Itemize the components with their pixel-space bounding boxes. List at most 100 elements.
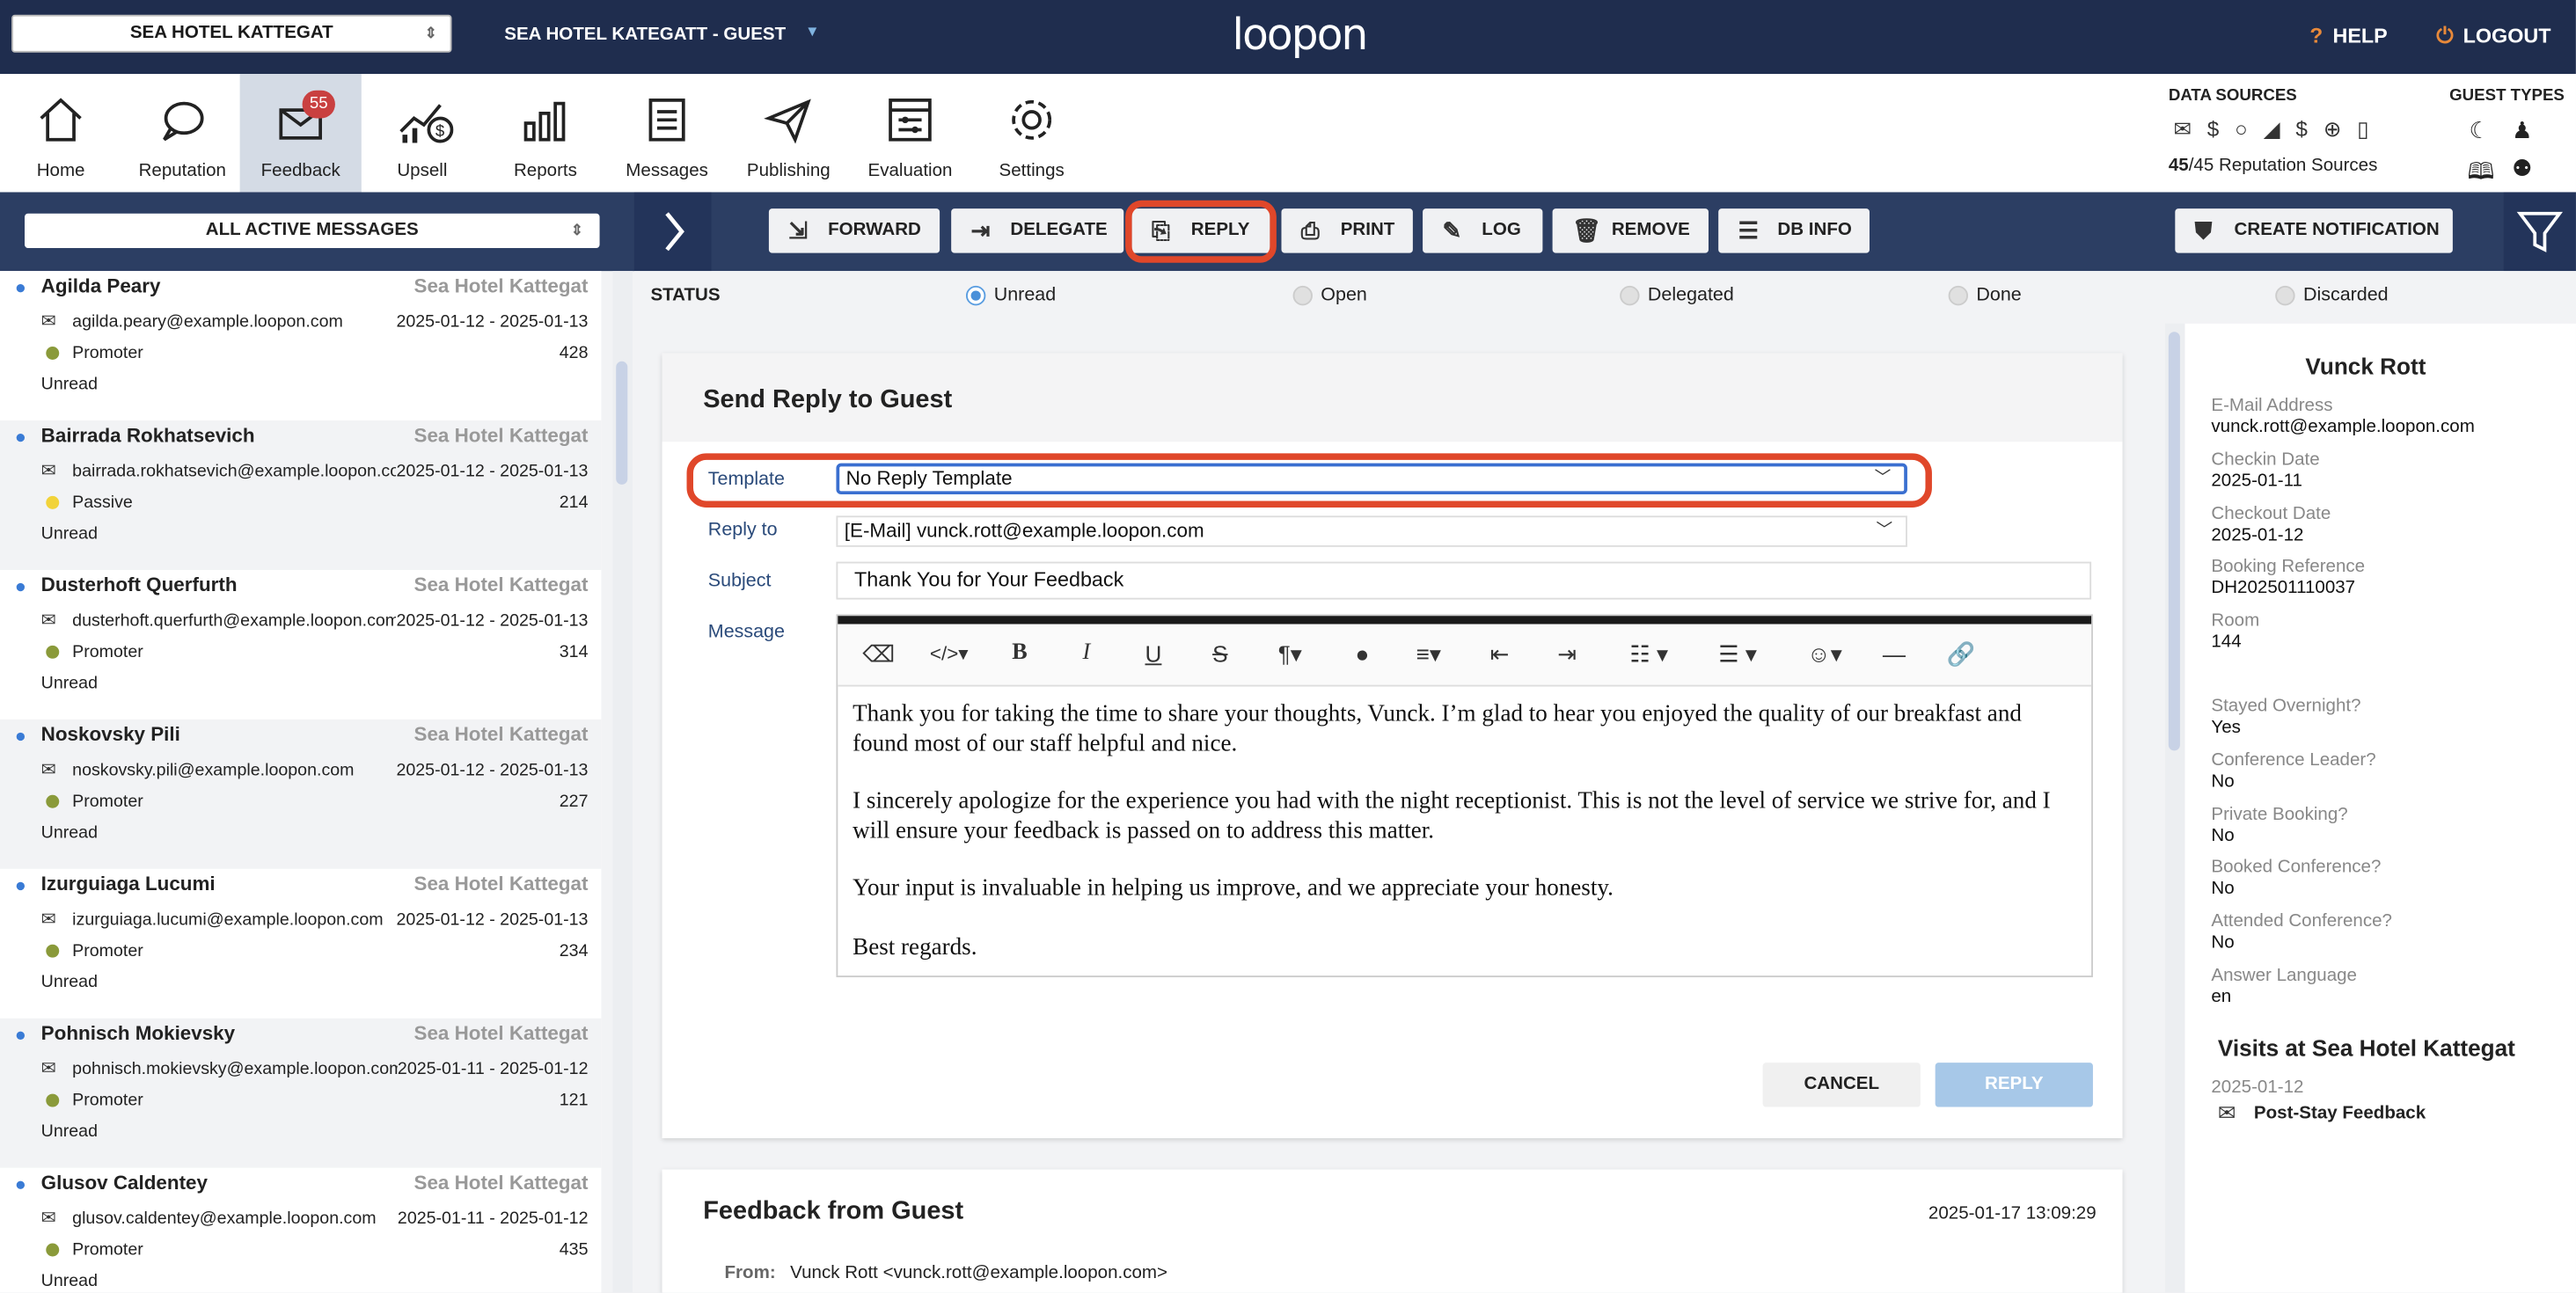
status-radio-open[interactable] (1292, 285, 1313, 306)
nav-feedback[interactable]: 55 Feedback (239, 74, 362, 193)
log-label: LOG (1482, 220, 1521, 240)
book-icon[interactable]: 🕮 (2468, 155, 2495, 194)
business-person-icon[interactable]: ♟ (2512, 117, 2532, 145)
log-button[interactable]: ✎ LOG (1423, 208, 1543, 253)
link-icon[interactable]: 🔗 (1947, 640, 1976, 668)
message-number: 121 (559, 1090, 589, 1111)
help-link[interactable]: ? HELP (2309, 23, 2387, 47)
forward-button[interactable]: ⇲ FORWARD (768, 208, 940, 253)
unordered-list-icon[interactable]: ☰ ▾ (1718, 640, 1757, 668)
field-value: DH202501110037 (2211, 578, 2356, 598)
list-item[interactable]: Pohnisch Mokievsky Sea Hotel Kattegat ✉ … (0, 1018, 602, 1168)
unread-dot (16, 284, 26, 293)
list-item[interactable]: Bairrada Rokhatsevich Sea Hotel Kattegat… (0, 420, 602, 570)
remove-button[interactable]: 🗑 REMOVE (1552, 208, 1709, 253)
emoji-icon[interactable]: ☺▾ (1807, 640, 1842, 668)
delegate-button[interactable]: ⇥ DELEGATE (951, 208, 1124, 253)
list-item[interactable]: Glusov Caldentey Sea Hotel Kattegat ✉ gl… (0, 1168, 601, 1293)
message-filter-select[interactable]: ALL ACTIVE MESSAGES ⇕ (25, 213, 600, 248)
logout-link[interactable]: ⏻ LOGOUT (2436, 23, 2550, 49)
list-item[interactable]: Noskovsky Pili Sea Hotel Kattegat ✉ nosk… (0, 719, 602, 869)
italic-icon[interactable]: I (1083, 640, 1091, 667)
data-sources-icons[interactable]: ✉ $ ○ ◢ $ ⊕ ▯ (2173, 117, 2374, 143)
stay-dates: 2025-01-12 - 2025-01-13 (396, 909, 589, 930)
main-scrollbar[interactable] (2165, 323, 2185, 1293)
envelope-icon: ✉ (40, 461, 56, 482)
hotel-name: Sea Hotel Kattegat (413, 423, 589, 447)
status-radio-done[interactable] (1948, 285, 1969, 306)
unread-dot (16, 1031, 26, 1041)
status-radio-unread[interactable] (965, 285, 986, 306)
create-notification-button[interactable]: ⛊ CREATE NOTIFICATION (2175, 208, 2453, 253)
subject-input[interactable]: Thank You for Your Feedback (836, 561, 2092, 600)
scrollbar-thumb[interactable] (616, 361, 628, 485)
scrollbar-thumb[interactable] (2168, 332, 2180, 751)
nav-reputation[interactable]: Reputation (121, 74, 243, 192)
align-icon[interactable]: ≡▾ (1416, 640, 1441, 668)
status-radio-delegated[interactable] (1620, 285, 1640, 306)
guest-type: Promoter (72, 940, 143, 961)
hotel-name: Sea Hotel Kattegat (413, 1171, 589, 1194)
indent-icon[interactable]: ⇥ (1557, 640, 1577, 668)
color-drop-icon[interactable]: ● (1356, 640, 1370, 667)
nav-publishing[interactable]: Publishing (728, 74, 849, 192)
status-option-label: Open (1321, 285, 1367, 306)
horizontal-rule-icon[interactable]: — (1883, 640, 1906, 667)
nav-home[interactable]: Home (0, 74, 121, 192)
paragraph-icon[interactable]: ¶▾ (1278, 640, 1302, 668)
guest-type-dot (46, 1093, 60, 1107)
reply-to-label: Reply to (707, 520, 778, 541)
moon-icon[interactable]: ☾ (2470, 117, 2490, 145)
cancel-button[interactable]: CANCEL (1762, 1063, 1921, 1107)
print-button[interactable]: ⎙ PRINT (1281, 208, 1413, 253)
db-info-button[interactable]: ☰ DB INFO (1718, 208, 1870, 253)
guest-title-dropdown[interactable]: SEA HOTEL KATEGATT - GUEST (504, 25, 786, 44)
pencil-icon: ✎ (1442, 216, 1462, 244)
guest-types-title: GUEST TYPES (2449, 86, 2565, 106)
send-reply-button[interactable]: REPLY (1935, 1063, 2093, 1107)
feedback-title: Feedback from Guest (703, 1197, 964, 1226)
strikethrough-icon[interactable]: S (1212, 640, 1227, 667)
field-label: Checkin Date (2211, 449, 2320, 471)
nav-upsell[interactable]: $ Upsell (362, 74, 483, 192)
envelope-icon: ✉ (40, 760, 56, 780)
reply-to-select[interactable]: [E-Mail] vunck.rott@example.loopon.com ﹀ (836, 515, 1907, 547)
list-item[interactable]: Agilda Peary Sea Hotel Kattegat ✉ agilda… (0, 271, 601, 420)
field-value: 2025-01-12 (2211, 525, 2304, 545)
underline-icon[interactable]: U (1145, 640, 1162, 667)
message-editor[interactable]: ⌫ </>▾ B I U S ¶▾ ● ≡▾ ⇤ ⇥ ☷ ▾ ☰ ▾ ☺▾ — … (836, 614, 2093, 978)
list-item[interactable]: Dusterhoft Querfurth Sea Hotel Kattegat … (0, 570, 601, 720)
filter-button[interactable] (2503, 192, 2576, 272)
db-info-label: DB INFO (1777, 220, 1852, 240)
collapse-panel-button[interactable] (633, 192, 712, 272)
nav-messages[interactable]: Messages (606, 74, 728, 192)
reputation-sources-number: 45 (2168, 156, 2189, 176)
guest-type-dot (46, 645, 60, 659)
evaluation-icon (889, 99, 932, 142)
hotel-select[interactable]: SEA HOTEL KATTEGAT ⇕ (11, 14, 452, 53)
editor-body[interactable]: Thank you for taking the time to share y… (853, 701, 2076, 992)
shield-bell-icon: ⛊ (2194, 216, 2213, 244)
group-icon[interactable]: ⚉ (2512, 155, 2532, 183)
status-radio-discarded[interactable] (2275, 285, 2295, 306)
template-highlight-ring (686, 453, 1932, 508)
nav-settings[interactable]: Settings (971, 74, 1093, 192)
outdent-icon[interactable]: ⇤ (1490, 640, 1510, 668)
list-item[interactable]: Izurguiaga Lucumi Sea Hotel Kattegat ✉ i… (0, 869, 601, 1019)
ordered-list-icon[interactable]: ☷ ▾ (1629, 640, 1668, 668)
nav-evaluation[interactable]: Evaluation (849, 74, 970, 192)
field-value: No (2211, 826, 2235, 846)
caret-down-icon[interactable]: ▼ (805, 23, 820, 40)
envelope-icon: ✉ (40, 1059, 56, 1079)
eraser-icon[interactable]: ⌫ (862, 640, 895, 668)
visit-item-link[interactable]: Post-Stay Feedback (2254, 1104, 2426, 1123)
unread-dot (16, 433, 26, 442)
message-paragraph: Your input is invaluable in helping us i… (853, 875, 1614, 902)
nav-reports[interactable]: Reports (485, 74, 606, 192)
bold-icon[interactable]: B (1012, 640, 1027, 667)
reply-to-value: [E-Mail] vunck.rott@example.loopon.com (844, 519, 1204, 543)
status-option-label: Delegated (1647, 285, 1734, 306)
message-list-scrollbar[interactable] (612, 271, 633, 1293)
hotel-name: Sea Hotel Kattegat (413, 872, 589, 895)
code-view-icon[interactable]: </>▾ (930, 642, 969, 665)
